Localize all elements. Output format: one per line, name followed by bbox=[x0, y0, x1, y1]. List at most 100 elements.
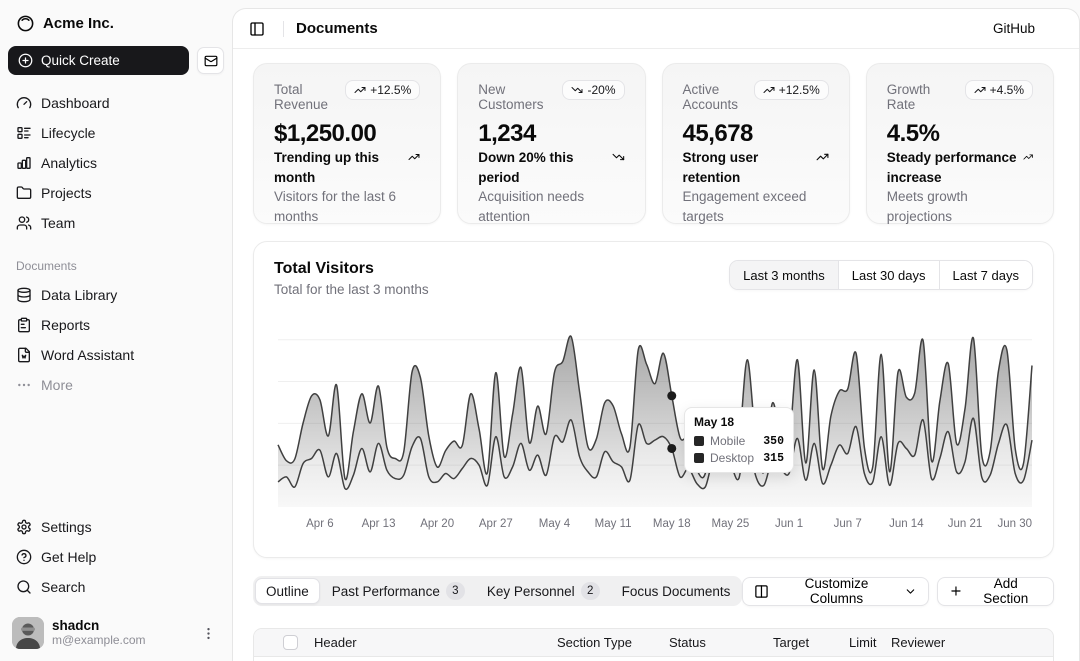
topbar: Documents GitHub bbox=[233, 9, 1079, 49]
brand[interactable]: Acme Inc. bbox=[8, 8, 224, 38]
chart-plot[interactable]: Apr 6Apr 13Apr 20Apr 27May 4May 11May 18… bbox=[274, 311, 1033, 535]
sidebar-item-settings[interactable]: Settings bbox=[8, 513, 224, 541]
sidebar-item-projects[interactable]: Projects bbox=[8, 179, 224, 207]
trending-down-icon bbox=[571, 84, 583, 96]
select-all-checkbox[interactable] bbox=[283, 635, 298, 650]
circle-plus-icon bbox=[18, 53, 33, 68]
stat-cards: Total Revenue +12.5% $1,250.00 Trending … bbox=[253, 63, 1054, 224]
table-actions: Customize Columns Add Section bbox=[742, 577, 1054, 606]
badge-value: -20% bbox=[587, 83, 615, 97]
quick-create-button[interactable]: Quick Create bbox=[8, 46, 189, 75]
sidebar-item-lifecycle[interactable]: Lifecycle bbox=[8, 119, 224, 147]
trend-badge: +12.5% bbox=[754, 80, 829, 100]
customize-columns-button[interactable]: Customize Columns bbox=[742, 577, 928, 606]
tab-label: Past Performance bbox=[332, 584, 440, 599]
clipboard-report-icon bbox=[16, 317, 32, 333]
sidebar-item-label: Settings bbox=[41, 519, 92, 535]
ring-logo-icon bbox=[16, 14, 35, 33]
table-body bbox=[254, 657, 1053, 661]
sidebar-item-get-help[interactable]: Get Help bbox=[8, 543, 224, 571]
sidebar-item-label: Projects bbox=[41, 185, 92, 201]
tooltip-row-mobile: Mobile 350 bbox=[694, 434, 784, 448]
trending-up-icon bbox=[763, 84, 775, 96]
sidebar-item-data-library[interactable]: Data Library bbox=[8, 281, 224, 309]
tab-outline[interactable]: Outline bbox=[255, 578, 320, 604]
stat-footer-desc: Visitors for the last 6 months bbox=[274, 187, 420, 226]
sidebar-spacer bbox=[8, 399, 224, 499]
main-nav: Dashboard Lifecycle Analytics Projects T… bbox=[8, 89, 224, 237]
desktop-series-chip bbox=[694, 453, 704, 463]
sidebar-item-label: Reports bbox=[41, 317, 90, 333]
bar-chart-icon bbox=[16, 155, 32, 171]
column-header: Section Type bbox=[549, 635, 661, 650]
range-last-30-days[interactable]: Last 30 days bbox=[839, 261, 940, 289]
sidebar: Acme Inc. Quick Create Dashboard Lifecyc… bbox=[0, 0, 232, 661]
page-title: Documents bbox=[296, 20, 378, 37]
trending-down-icon bbox=[612, 150, 625, 164]
sidebar-toggle-button[interactable] bbox=[243, 15, 271, 43]
svg-text:Jun 14: Jun 14 bbox=[889, 518, 924, 530]
tab-key-personnel[interactable]: Key Personnel 2 bbox=[477, 578, 610, 604]
sidebar-item-label: Lifecycle bbox=[41, 125, 95, 141]
column-header: Status bbox=[661, 635, 765, 650]
sidebar-item-more[interactable]: More bbox=[8, 371, 224, 399]
footer-nav: Settings Get Help Search bbox=[8, 513, 224, 601]
tooltip-row-desktop: Desktop 315 bbox=[694, 451, 784, 465]
trending-up-icon bbox=[816, 150, 829, 164]
mail-icon bbox=[204, 54, 218, 68]
svg-text:May 11: May 11 bbox=[595, 518, 632, 530]
tab-count-badge: 3 bbox=[446, 582, 465, 600]
chevron-down-icon bbox=[904, 585, 917, 598]
user-email: m@example.com bbox=[52, 634, 193, 648]
sidebar-item-dashboard[interactable]: Dashboard bbox=[8, 89, 224, 117]
column-header: Limit bbox=[841, 635, 883, 650]
area-chart: Apr 6Apr 13Apr 20Apr 27May 4May 11May 18… bbox=[274, 311, 1037, 535]
sidebar-item-word-assistant[interactable]: Word Assistant bbox=[8, 341, 224, 369]
stat-footer-desc: Acquisition needs attention bbox=[478, 187, 624, 226]
trending-up-icon bbox=[354, 84, 366, 96]
sidebar-item-label: Dashboard bbox=[41, 95, 110, 111]
sidebar-item-analytics[interactable]: Analytics bbox=[8, 149, 224, 177]
tab-count-badge: 2 bbox=[581, 582, 600, 600]
user-meta: shadcn m@example.com bbox=[52, 618, 193, 647]
range-last-7-days[interactable]: Last 7 days bbox=[940, 261, 1033, 289]
add-section-button[interactable]: Add Section bbox=[937, 577, 1054, 606]
stat-footer-title: Trending up this month bbox=[274, 148, 402, 187]
sidebar-item-label: More bbox=[41, 377, 73, 393]
sidebar-item-search[interactable]: Search bbox=[8, 573, 224, 601]
stat-footer-title: Strong user retention bbox=[683, 148, 810, 187]
sidebar-section-documents: Documents bbox=[8, 259, 224, 273]
tabs-list: Outline Past Performance 3 Key Personnel… bbox=[253, 576, 742, 606]
svg-text:Apr 6: Apr 6 bbox=[306, 518, 334, 530]
stat-card-new-customers: New Customers -20% 1,234 Down 20% this p… bbox=[457, 63, 645, 224]
tab-focus-documents[interactable]: Focus Documents bbox=[612, 578, 741, 604]
table-header-row: Header Section Type Status Target Limit … bbox=[254, 629, 1053, 657]
gauge-icon bbox=[16, 95, 32, 111]
brand-name: Acme Inc. bbox=[43, 15, 114, 32]
tab-label: Key Personnel bbox=[487, 584, 575, 599]
sidebar-item-label: Data Library bbox=[41, 287, 117, 303]
sidebar-item-team[interactable]: Team bbox=[8, 209, 224, 237]
trend-badge: +12.5% bbox=[345, 80, 420, 100]
sections-table: Header Section Type Status Target Limit … bbox=[253, 628, 1054, 661]
column-header: Header bbox=[306, 635, 549, 650]
stat-value: 1,234 bbox=[478, 120, 624, 148]
avatar bbox=[12, 617, 44, 649]
svg-text:May 18: May 18 bbox=[653, 518, 691, 530]
range-last-3-months[interactable]: Last 3 months bbox=[730, 261, 839, 289]
stat-footer-desc: Meets growth projections bbox=[887, 187, 1033, 226]
inbox-button[interactable] bbox=[197, 47, 224, 74]
ellipsis-icon bbox=[16, 377, 32, 393]
tab-past-performance[interactable]: Past Performance 3 bbox=[322, 578, 475, 604]
tab-label: Focus Documents bbox=[622, 584, 731, 599]
kebab-menu-icon[interactable] bbox=[201, 626, 216, 641]
gear-icon bbox=[16, 519, 32, 535]
user-menu[interactable]: shadcn m@example.com bbox=[8, 611, 224, 649]
stat-card-growth-rate: Growth Rate +4.5% 4.5% Steady performanc… bbox=[866, 63, 1054, 224]
sidebar-item-reports[interactable]: Reports bbox=[8, 311, 224, 339]
github-link[interactable]: GitHub bbox=[993, 21, 1035, 36]
trend-badge: +4.5% bbox=[965, 80, 1033, 100]
badge-value: +12.5% bbox=[370, 83, 411, 97]
tooltip-value: 350 bbox=[763, 435, 784, 448]
tooltip-date: May 18 bbox=[694, 415, 784, 429]
